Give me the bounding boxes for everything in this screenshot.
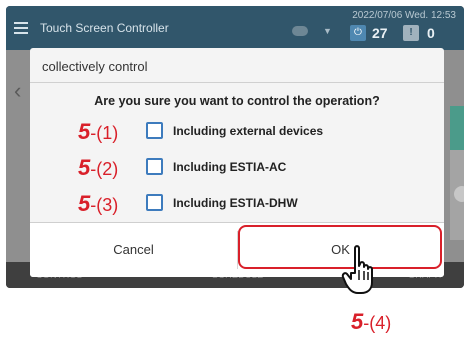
app-title: Touch Screen Controller xyxy=(40,21,169,35)
annotation-sub: -(4) xyxy=(363,313,392,333)
chevron-down-icon: ▼ xyxy=(323,26,332,36)
chevron-left-icon[interactable]: ‹ xyxy=(14,78,21,104)
side-panel-accent xyxy=(450,106,464,150)
annotation-number: 5 xyxy=(78,155,91,180)
annotation-5-3: 5-(3) xyxy=(78,191,118,217)
toggle-icon xyxy=(292,26,308,36)
cancel-button[interactable]: Cancel xyxy=(30,223,237,277)
option-label: Including ESTIA-DHW xyxy=(173,196,298,210)
annotation-number: 5 xyxy=(78,119,91,144)
side-scroll-button xyxy=(454,186,464,202)
hamburger-icon[interactable] xyxy=(14,22,28,34)
annotation-sub: -(1) xyxy=(90,123,119,143)
annotation-number: 5 xyxy=(351,309,364,334)
power-count: 27 xyxy=(372,25,388,41)
divider xyxy=(30,82,444,83)
option-label: Including ESTIA-AC xyxy=(173,160,287,174)
annotation-sub: -(3) xyxy=(90,195,119,215)
checkbox-estia-dhw[interactable] xyxy=(146,194,163,211)
annotation-sub: -(2) xyxy=(90,159,119,179)
dialog-title: collectively control xyxy=(42,59,148,74)
top-bar: Touch Screen Controller 2022/07/06 Wed. … xyxy=(6,6,464,50)
dialog-question: Are you sure you want to control the ope… xyxy=(94,94,380,108)
checkbox-estia-ac[interactable] xyxy=(146,158,163,175)
annotation-5-1: 5-(1) xyxy=(78,119,118,145)
checkbox-external-devices[interactable] xyxy=(146,122,163,139)
annotation-5-4: 5-(4) xyxy=(351,309,391,335)
power-icon: ⏻ xyxy=(350,25,366,41)
option-label: Including external devices xyxy=(173,124,324,138)
annotation-number: 5 xyxy=(78,191,91,216)
warning-icon: ! xyxy=(403,25,419,41)
hand-pointer-icon xyxy=(341,245,373,294)
datetime: 2022/07/06 Wed. 12:53 xyxy=(352,10,456,21)
alarm-count: 0 xyxy=(427,25,435,41)
annotation-5-2: 5-(2) xyxy=(78,155,118,181)
